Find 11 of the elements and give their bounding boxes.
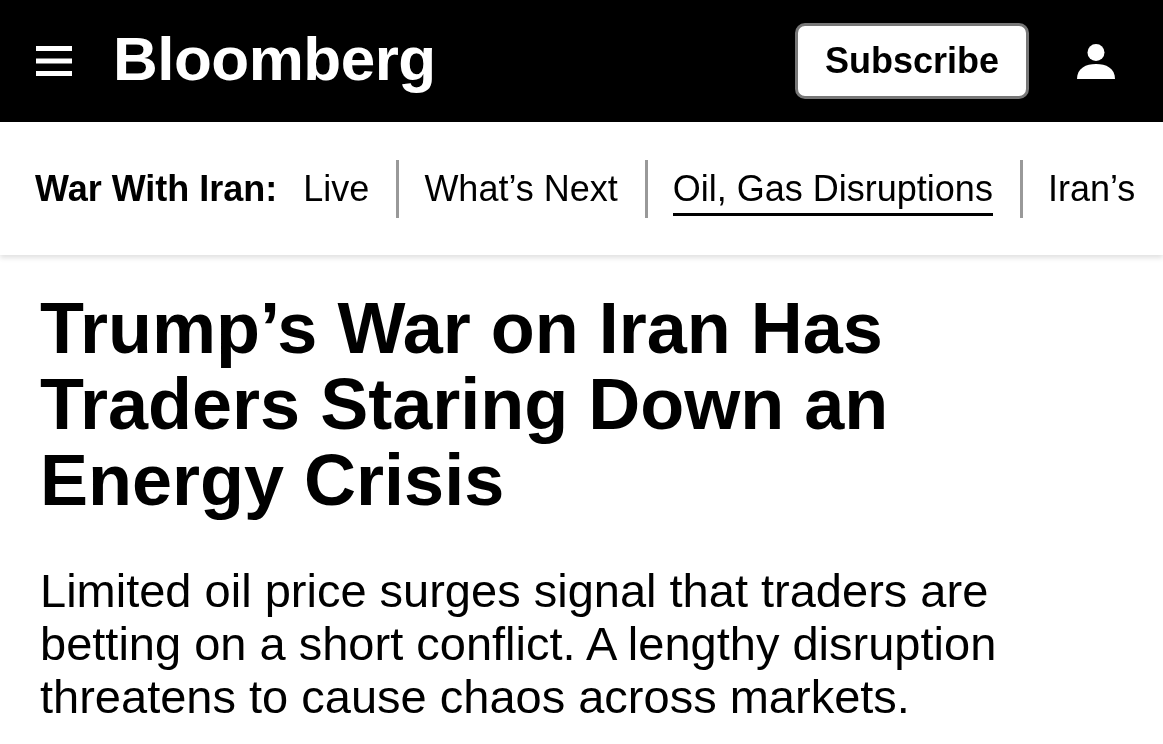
- topic-link[interactable]: Oil, Gas Disruptions: [672, 161, 993, 216]
- menu-icon[interactable]: [36, 46, 72, 76]
- topic-link[interactable]: What’s Next: [424, 161, 618, 216]
- topic-label: War With Iran:: [35, 167, 278, 210]
- subscribe-button[interactable]: Subscribe: [795, 23, 1029, 99]
- topic-link[interactable]: Iran’s: [1047, 161, 1136, 216]
- article-summary: Limited oil price surges signal that traders are betting on a short conflict. A lengthy disruption threatens to cause chaos across markets.: [40, 564, 998, 723]
- logo[interactable]: Bloomberg: [113, 28, 436, 94]
- article-headline: Trump’s War on Iran Has Traders Staring Down an Energy Crisis: [40, 290, 890, 518]
- topic-link[interactable]: Live: [303, 161, 370, 216]
- user-icon[interactable]: [1077, 43, 1115, 79]
